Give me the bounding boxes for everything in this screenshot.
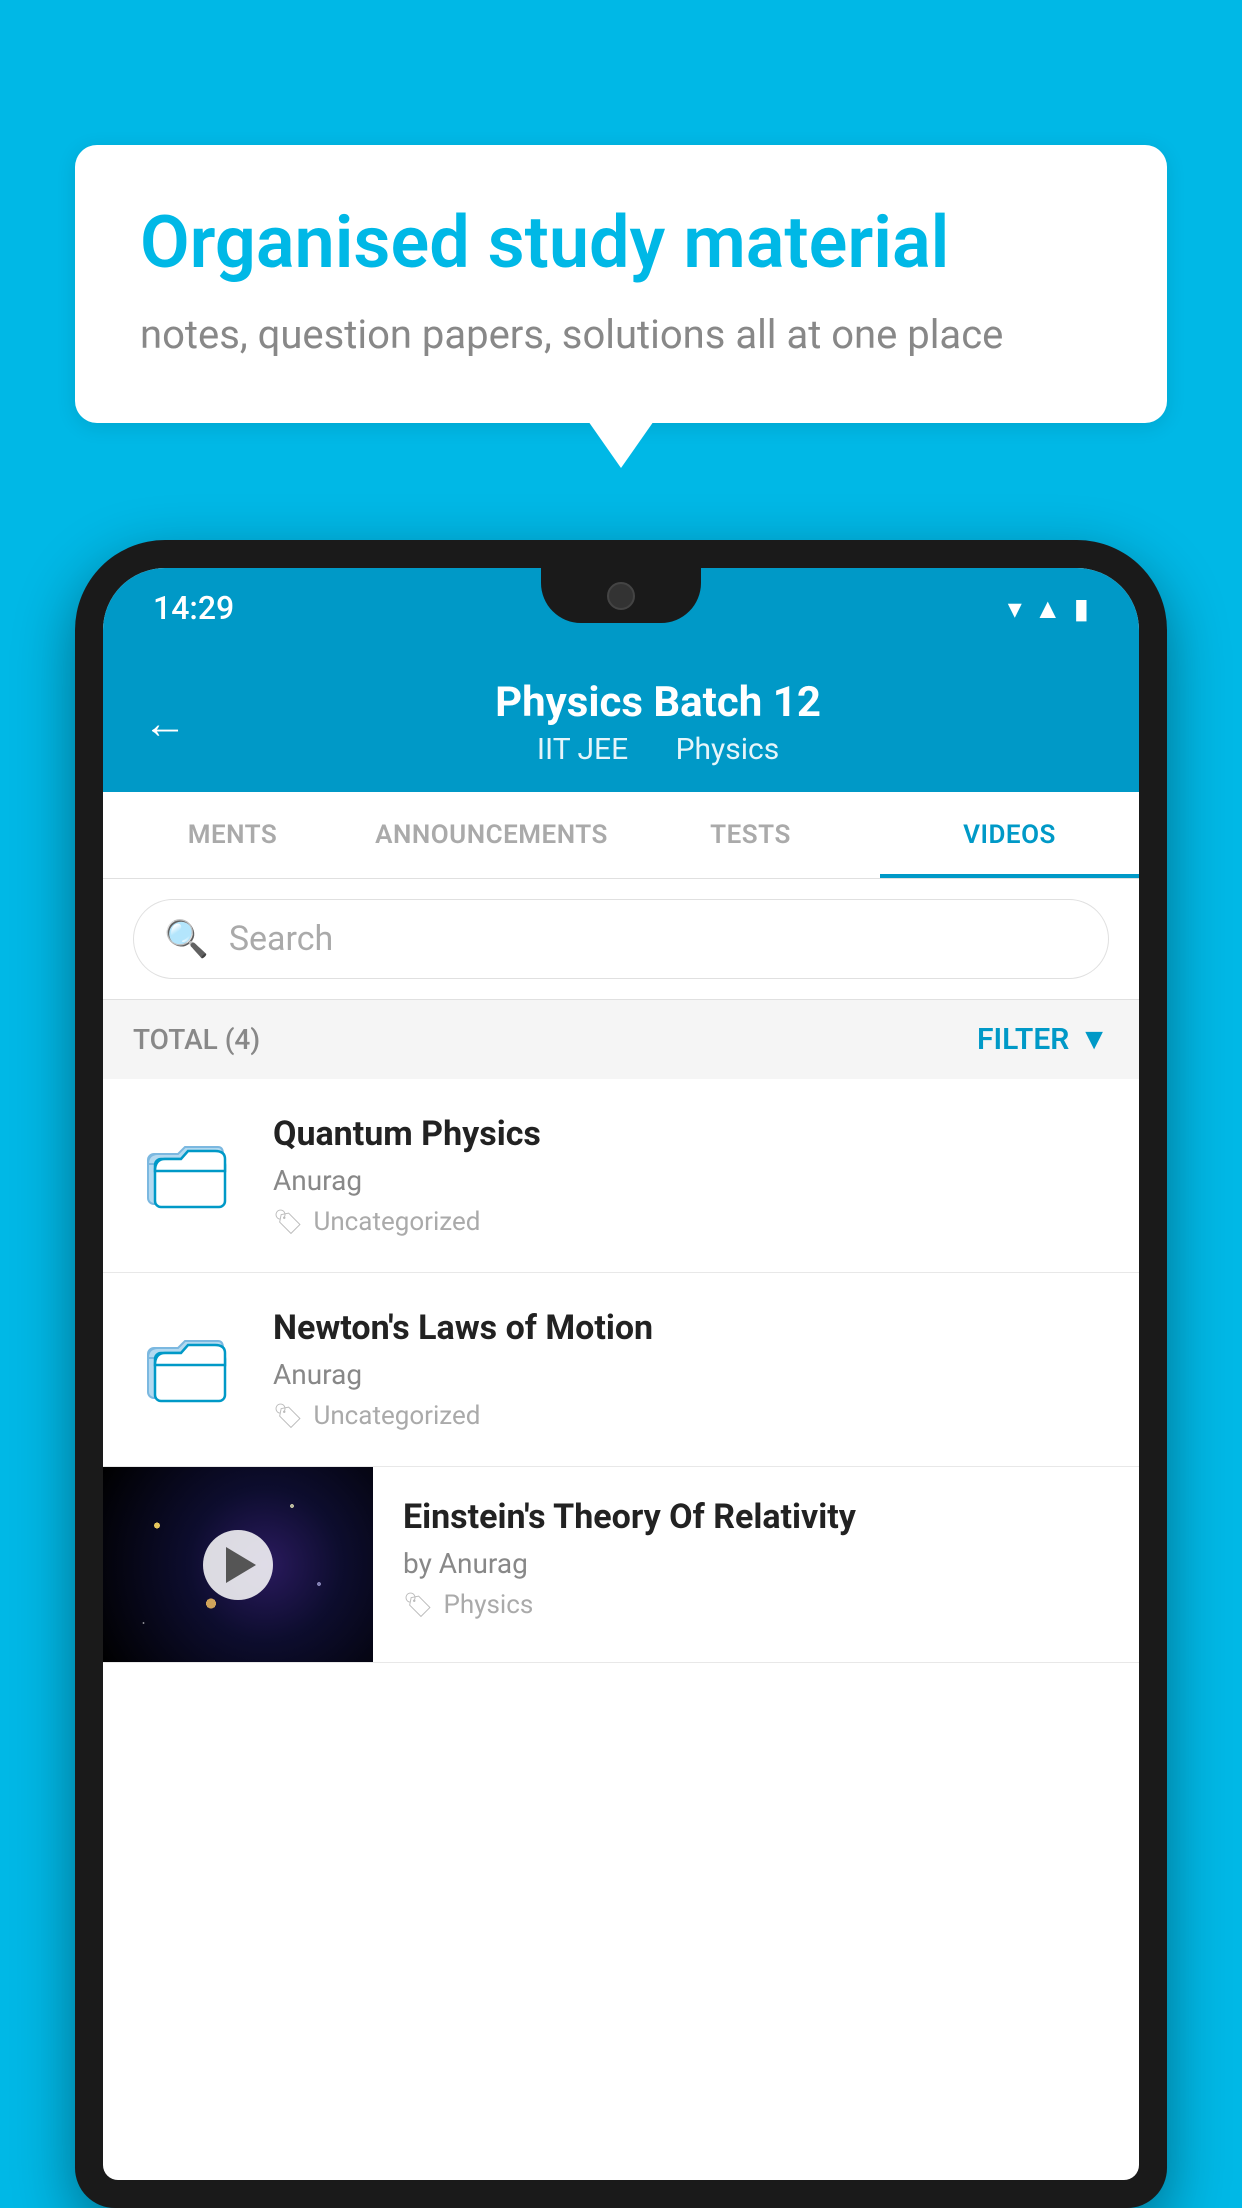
folder-icon bbox=[133, 1114, 243, 1224]
speech-bubble-title: Organised study material bbox=[140, 200, 1102, 286]
filter-button[interactable]: FILTER ▼ bbox=[977, 1022, 1109, 1057]
speech-bubble: Organised study material notes, question… bbox=[75, 145, 1167, 423]
play-button[interactable] bbox=[203, 1530, 273, 1600]
tag-label: Uncategorized bbox=[313, 1401, 480, 1431]
app-header: ← Physics Batch 12 IIT JEE Physics bbox=[103, 648, 1139, 792]
search-container: 🔍 Search bbox=[103, 879, 1139, 1000]
tabs-bar: MENTS ANNOUNCEMENTS TESTS VIDEOS bbox=[103, 792, 1139, 879]
header-title-area: Physics Batch 12 IIT JEE Physics bbox=[217, 678, 1099, 767]
filter-icon: ▼ bbox=[1079, 1022, 1109, 1057]
play-icon bbox=[226, 1547, 256, 1583]
tag-label: Physics bbox=[443, 1590, 533, 1620]
list-item[interactable]: Quantum Physics Anurag 🏷 Uncategorized bbox=[103, 1079, 1139, 1273]
header-subtitle: IIT JEE Physics bbox=[217, 732, 1099, 767]
video-tag: 🏷 Uncategorized bbox=[273, 1207, 1109, 1237]
video-title: Newton's Laws of Motion bbox=[273, 1308, 1109, 1348]
folder-svg bbox=[143, 1323, 233, 1403]
speech-bubble-container: Organised study material notes, question… bbox=[75, 145, 1167, 423]
phone-camera bbox=[607, 582, 635, 610]
filter-bar: TOTAL (4) FILTER ▼ bbox=[103, 1000, 1139, 1079]
video-author: Anurag bbox=[273, 1358, 1109, 1391]
status-bar: 14:29 ▾ ▲ ▮ bbox=[103, 568, 1139, 648]
folder-icon bbox=[133, 1308, 243, 1418]
video-tag: 🏷 Uncategorized bbox=[273, 1401, 1109, 1431]
search-bar[interactable]: 🔍 Search bbox=[133, 899, 1109, 979]
phone-outer: 14:29 ▾ ▲ ▮ ← Physics Batch 12 IIT JEE P… bbox=[75, 540, 1167, 2208]
tag-icon: 🏷 bbox=[273, 1402, 303, 1430]
video-title: Einstein's Theory Of Relativity bbox=[403, 1497, 1109, 1537]
list-item[interactable]: Einstein's Theory Of Relativity by Anura… bbox=[103, 1467, 1139, 1663]
tab-videos[interactable]: VIDEOS bbox=[880, 792, 1139, 878]
tag-label: Uncategorized bbox=[313, 1207, 480, 1237]
tag-icon: 🏷 bbox=[273, 1208, 303, 1236]
video-author: by Anurag bbox=[403, 1547, 1109, 1580]
signal-icon: ▲ bbox=[1034, 592, 1062, 625]
header-subtitle-iitjee: IIT JEE bbox=[537, 732, 628, 767]
video-info: Quantum Physics Anurag 🏷 Uncategorized bbox=[273, 1114, 1109, 1237]
search-input-placeholder[interactable]: Search bbox=[229, 919, 333, 959]
thumb-bg bbox=[103, 1467, 373, 1662]
status-icons: ▾ ▲ ▮ bbox=[1008, 592, 1089, 625]
video-list: Quantum Physics Anurag 🏷 Uncategorized bbox=[103, 1079, 1139, 1663]
video-tag: 🏷 Physics bbox=[403, 1590, 1109, 1620]
search-icon: 🔍 bbox=[164, 918, 209, 960]
battery-icon: ▮ bbox=[1074, 592, 1089, 625]
video-info: Einstein's Theory Of Relativity by Anura… bbox=[403, 1467, 1139, 1650]
video-thumbnail bbox=[103, 1467, 373, 1662]
back-button[interactable]: ← bbox=[143, 697, 187, 749]
tab-tests[interactable]: TESTS bbox=[621, 792, 880, 878]
list-item[interactable]: Newton's Laws of Motion Anurag 🏷 Uncateg… bbox=[103, 1273, 1139, 1467]
video-author: Anurag bbox=[273, 1164, 1109, 1197]
folder-svg bbox=[143, 1129, 233, 1209]
tab-ments[interactable]: MENTS bbox=[103, 792, 362, 878]
header-subtitle-physics: Physics bbox=[676, 732, 780, 767]
wifi-icon: ▾ bbox=[1008, 592, 1022, 625]
total-count: TOTAL (4) bbox=[133, 1023, 260, 1056]
filter-label: FILTER bbox=[977, 1022, 1069, 1057]
phone-notch bbox=[541, 568, 701, 623]
status-time: 14:29 bbox=[153, 589, 234, 627]
tag-icon: 🏷 bbox=[403, 1591, 433, 1619]
video-title: Quantum Physics bbox=[273, 1114, 1109, 1154]
phone-inner: 14:29 ▾ ▲ ▮ ← Physics Batch 12 IIT JEE P… bbox=[103, 568, 1139, 2180]
tab-announcements[interactable]: ANNOUNCEMENTS bbox=[362, 792, 621, 878]
header-title: Physics Batch 12 bbox=[217, 678, 1099, 727]
speech-bubble-subtitle: notes, question papers, solutions all at… bbox=[140, 311, 1102, 358]
video-info: Newton's Laws of Motion Anurag 🏷 Uncateg… bbox=[273, 1308, 1109, 1431]
